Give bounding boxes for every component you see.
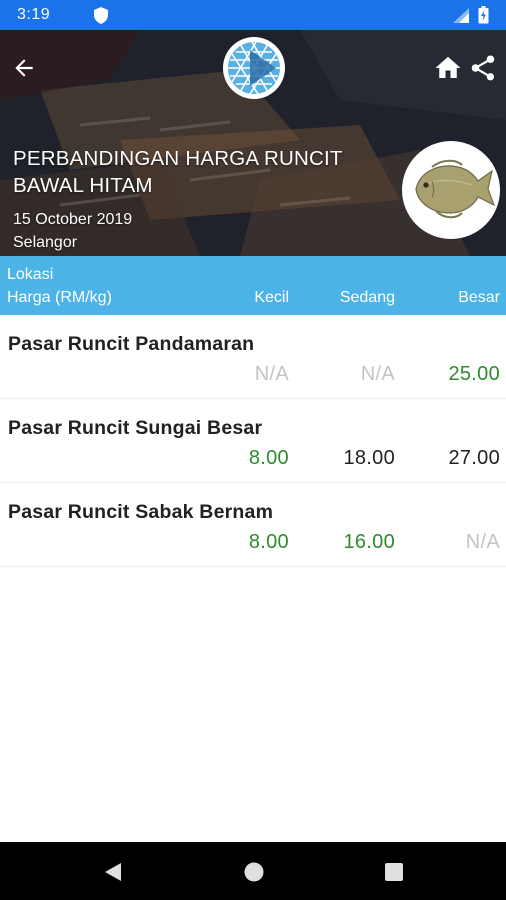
- price-besar: 27.00: [448, 447, 500, 469]
- status-bar: 3:19: [0, 0, 506, 30]
- price-sedang: 16.00: [343, 531, 395, 553]
- price-sedang: N/A: [360, 363, 395, 385]
- battery-icon: [478, 6, 489, 24]
- share-icon[interactable]: [468, 53, 498, 83]
- pomfret-fish-image: [415, 159, 496, 219]
- column-sedang: Sedang: [339, 289, 395, 306]
- market-name: Pasar Runcit Sabak Bernam: [8, 501, 274, 523]
- report-date: 15 October 2019: [13, 211, 133, 228]
- signal-icon: [453, 8, 469, 23]
- report-state: Selangor: [13, 234, 78, 251]
- table-row[interactable]: Pasar Runcit Pandamaran N/A N/A 25.00: [0, 315, 506, 399]
- nav-home-icon[interactable]: [243, 861, 265, 883]
- table-row[interactable]: Pasar Runcit Sungai Besar 8.00 18.00 27.…: [0, 399, 506, 483]
- price-sedang: 18.00: [343, 447, 395, 469]
- nav-recents-icon[interactable]: [384, 862, 404, 882]
- price-unit-label: Harga (RM/kg): [7, 289, 112, 306]
- price-table-header: Lokasi Harga (RM/kg) Kecil Sedang Besar: [0, 256, 506, 315]
- home-icon[interactable]: [433, 53, 463, 83]
- status-time: 3:19: [17, 6, 51, 23]
- back-arrow-icon: [15, 59, 33, 77]
- price-kecil: N/A: [254, 363, 289, 385]
- shield-icon: [94, 7, 108, 24]
- column-kecil: Kecil: [254, 289, 289, 306]
- table-row[interactable]: Pasar Runcit Sabak Bernam 8.00 16.00 N/A: [0, 483, 506, 567]
- column-besar: Besar: [458, 289, 500, 306]
- page-title-line2: BAWAL HITAM: [13, 174, 153, 197]
- back-button[interactable]: [8, 52, 40, 84]
- market-name: Pasar Runcit Pandamaran: [8, 333, 255, 355]
- fish-image: [402, 141, 500, 239]
- location-column-label: Lokasi: [7, 266, 54, 283]
- price-kecil: 8.00: [248, 447, 289, 469]
- price-besar: 25.00: [448, 363, 500, 385]
- price-kecil: 8.00: [248, 531, 289, 553]
- system-nav-bar: [0, 842, 506, 900]
- page-title-line1: PERBANDINGAN HARGA RUNCIT: [13, 147, 343, 170]
- page-title: PERBANDINGAN HARGA RUNCIT BAWAL HITAM: [13, 145, 373, 199]
- market-name: Pasar Runcit Sungai Besar: [8, 417, 263, 439]
- agency-logo: [223, 37, 285, 99]
- nav-back-icon[interactable]: [102, 861, 124, 883]
- price-besar: N/A: [465, 531, 500, 553]
